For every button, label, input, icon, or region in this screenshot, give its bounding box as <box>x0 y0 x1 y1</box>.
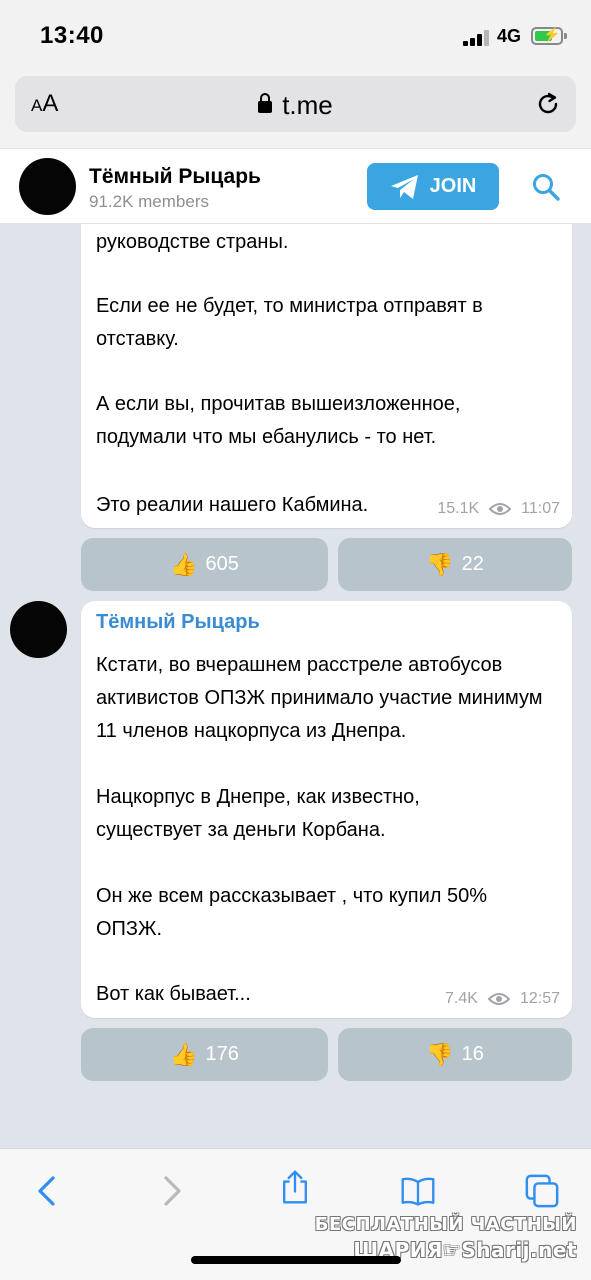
status-bar: 13:40 4G ⚡ <box>0 0 591 74</box>
like-button[interactable]: 👍 605 <box>81 538 328 591</box>
sender-avatar[interactable] <box>10 601 67 658</box>
thumbs-up-icon: 👍 <box>170 551 198 577</box>
thumbs-down-icon: 👎 <box>426 1041 454 1067</box>
join-label: JOIN <box>429 175 477 197</box>
dislike-count: 22 <box>461 553 484 575</box>
eye-icon <box>487 993 510 1005</box>
like-count: 605 <box>205 553 239 575</box>
sender-name[interactable]: Тёмный Рыцарь <box>96 611 260 634</box>
message-text: Если ее не будет, то министра отправят в… <box>96 295 483 350</box>
address-bar[interactable]: AA t.me <box>15 76 576 132</box>
home-indicator <box>191 1256 401 1264</box>
thumbs-up-icon: 👍 <box>170 1041 198 1067</box>
dislike-button[interactable]: 👎 22 <box>338 538 572 591</box>
lock-icon <box>258 93 273 113</box>
message-text: А если вы, прочитав вышеизложенное, поду… <box>96 393 461 448</box>
telegram-plane-icon <box>390 174 418 199</box>
dislike-count: 16 <box>461 1043 484 1065</box>
tabs-icon[interactable] <box>524 1173 560 1209</box>
browser-toolbar: AA t.me <box>0 74 591 148</box>
view-count: 7.4K <box>445 990 478 1007</box>
message-text: Кстати, во вчерашнем расстреле автобусов… <box>96 654 543 742</box>
url-display[interactable]: t.me <box>15 90 576 121</box>
dislike-button[interactable]: 👎 16 <box>338 1028 572 1081</box>
view-count: 15.1K <box>437 500 480 517</box>
channel-members: 91.2K members <box>89 192 209 211</box>
like-count: 176 <box>205 1043 239 1065</box>
message-text: Вот как бывает... <box>96 983 251 1005</box>
message-text: Нацкорпус в Днепре, как известно, сущест… <box>96 786 420 841</box>
message-text: Он же всем рассказывает , что купил 50% … <box>96 885 488 940</box>
watermark-line1: БЕСПЛАТНЫЙ ЧАСТНЫЙ <box>314 1214 577 1235</box>
channel-header: Тёмный Рыцарь 91.2K members JOIN <box>0 148 591 224</box>
status-time: 13:40 <box>40 22 104 49</box>
message-bubble: руководстве страны. Если ее не будет, то… <box>81 224 572 528</box>
battery-icon: ⚡ <box>531 26 567 45</box>
message-time: 12:57 <box>519 990 560 1007</box>
channel-name[interactable]: Тёмный Рыцарь <box>89 165 261 189</box>
channel-avatar[interactable] <box>19 158 76 215</box>
url-text: t.me <box>282 90 333 120</box>
message-text: руководстве страны. <box>96 231 289 253</box>
reload-icon[interactable] <box>534 90 562 118</box>
message-time: 11:07 <box>521 500 560 517</box>
message-meta: 15.1K 11:07 <box>437 500 560 518</box>
signal-icon <box>463 30 491 46</box>
message-meta: 7.4K 12:57 <box>445 990 560 1008</box>
thumbs-down-icon: 👎 <box>426 551 454 577</box>
book-icon[interactable] <box>400 1173 436 1209</box>
network-label: 4G <box>497 26 522 46</box>
chevron-right-icon[interactable] <box>153 1173 189 1209</box>
eye-icon <box>489 503 512 515</box>
join-button[interactable]: JOIN <box>367 163 499 210</box>
like-button[interactable]: 👍 176 <box>81 1028 328 1081</box>
search-icon[interactable] <box>531 172 561 202</box>
chevron-left-icon[interactable] <box>30 1173 66 1209</box>
share-icon[interactable] <box>277 1169 313 1205</box>
message-bubble: Тёмный Рыцарь Кстати, во вчерашнем расст… <box>81 601 572 1018</box>
message-text: Это реалии нашего Кабмина. <box>96 494 369 516</box>
